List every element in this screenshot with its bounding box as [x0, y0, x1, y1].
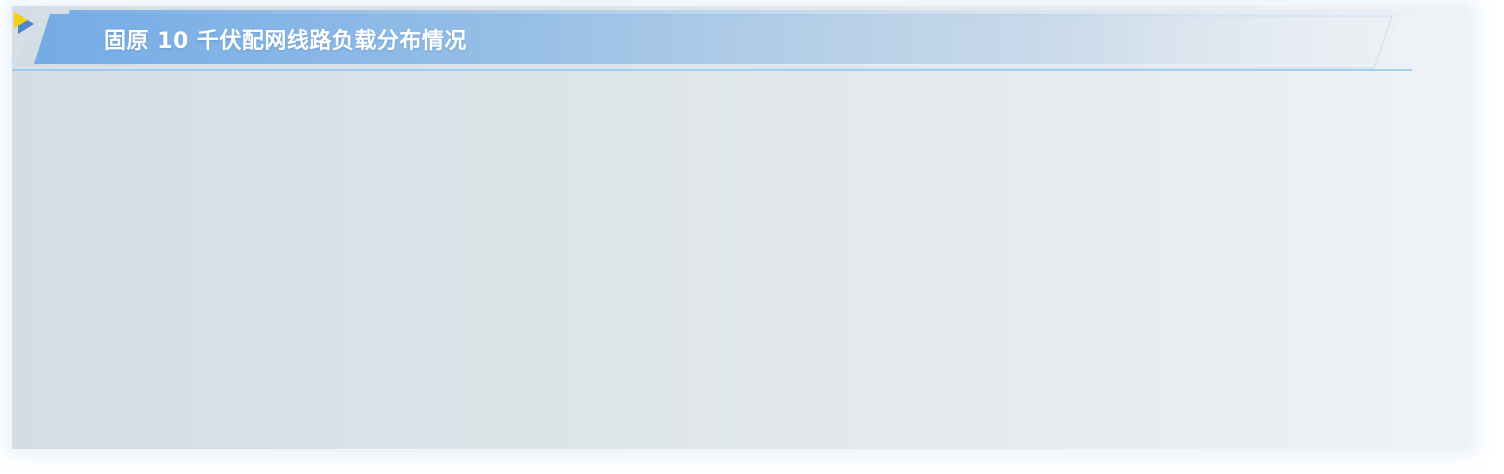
chart-content-area: [12, 72, 1470, 449]
play-triangle-icon: [14, 12, 34, 34]
panel-header: 固原 10 千伏配网线路负载分布情况: [12, 10, 1412, 72]
panel-title: 固原 10 千伏配网线路负载分布情况: [104, 29, 467, 54]
